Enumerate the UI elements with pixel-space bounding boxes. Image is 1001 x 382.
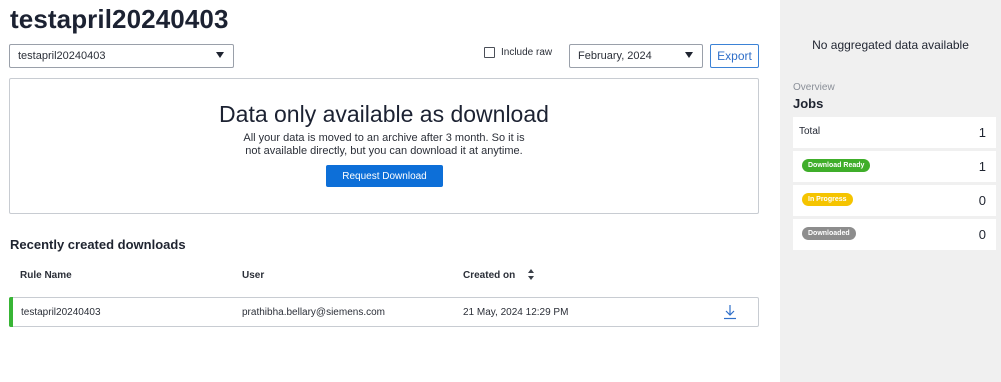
row-status-indicator — [9, 297, 13, 327]
cell-rule-name: testapril20240403 — [21, 307, 101, 318]
sort-ascending-icon — [528, 269, 534, 273]
column-header-created-on[interactable]: Created on — [463, 270, 515, 281]
cell-created-on: 21 May, 2024 12:29 PM — [463, 307, 569, 318]
status-badge-in-progress: In Progress — [802, 193, 853, 206]
download-card-description: All your data is moved to an archive aft… — [10, 132, 758, 158]
overview-label: Overview — [793, 82, 835, 93]
page-title: testapril20240403 — [10, 4, 229, 34]
include-raw-toggle[interactable]: Include raw — [484, 47, 552, 58]
status-badge-downloaded: Downloaded — [802, 227, 856, 240]
jobs-sidebar: No aggregated data available Overview Jo… — [780, 0, 1001, 382]
job-count-in-progress: 0 — [978, 193, 986, 208]
include-raw-label: Include raw — [501, 47, 553, 58]
job-count-total: 1 — [978, 125, 986, 140]
asset-select-value: testapril20240403 — [18, 50, 106, 62]
download-card-heading: Data only available as download — [219, 101, 549, 127]
download-icon[interactable] — [723, 304, 737, 320]
job-card-in-progress: In Progress 0 — [793, 185, 996, 216]
download-info-card: Data only available as download All your… — [9, 78, 759, 214]
column-header-rule-name: Rule Name — [20, 270, 72, 281]
export-button[interactable]: Export — [710, 44, 759, 68]
download-card-desc-line-1: All your data is moved to an archive aft… — [243, 132, 525, 144]
main-content: testapril20240403 testapril20240403 Incl… — [0, 0, 780, 382]
cell-user: prathibha.bellary@siemens.com — [242, 307, 385, 318]
recent-downloads-title: Recently created downloads — [10, 237, 186, 252]
status-badge-download-ready: Download Ready — [802, 159, 871, 172]
jobs-title: Jobs — [793, 96, 824, 111]
month-select-value: February, 2024 — [578, 50, 652, 62]
asset-select[interactable]: testapril20240403 — [9, 44, 234, 68]
job-count-download-ready: 1 — [978, 159, 986, 174]
sort-descending-icon — [528, 276, 534, 280]
job-card-downloaded: Downloaded 0 — [793, 219, 996, 250]
no-aggregated-data-message: No aggregated data available — [812, 38, 969, 52]
table-row: testapril20240403 prathibha.bellary@siem… — [9, 297, 759, 327]
job-card-total: Total 1 — [793, 117, 996, 148]
column-header-user: User — [242, 270, 265, 281]
job-count-downloaded: 0 — [978, 227, 986, 242]
job-label-total: Total — [799, 126, 821, 137]
month-select[interactable]: February, 2024 — [569, 44, 703, 68]
download-card-desc-line-2: not available directly, but you can down… — [245, 145, 523, 157]
chevron-down-icon — [685, 52, 693, 58]
sort-icon[interactable] — [528, 269, 536, 281]
include-raw-checkbox[interactable] — [484, 47, 495, 58]
request-download-button[interactable]: Request Download — [326, 165, 443, 187]
job-card-download-ready: Download Ready 1 — [793, 151, 996, 182]
chevron-down-icon — [216, 52, 224, 58]
